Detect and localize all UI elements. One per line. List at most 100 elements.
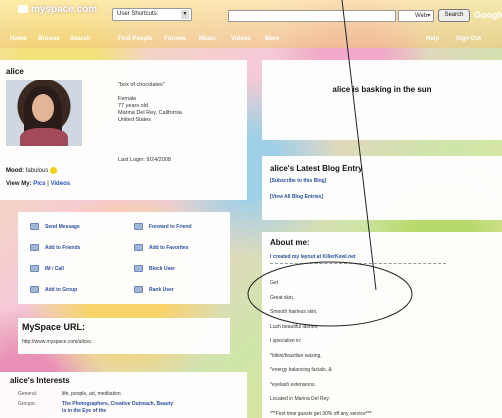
nav-music[interactable]: Music <box>199 36 216 42</box>
view-videos-link[interactable]: Videos <box>51 181 71 187</box>
block-user-button[interactable]: Block User <box>134 265 175 272</box>
latest-blog-box: alice's Latest Blog Entry [Subscribe to … <box>262 156 502 220</box>
nav-search[interactable]: Search <box>70 36 90 42</box>
profile-headline: "box of chocolates" <box>118 82 165 88</box>
about-line: ***First time guests get 30% off any ser… <box>270 410 372 417</box>
forward-label: Forward to Friend <box>149 223 192 230</box>
user-shortcuts-dropdown[interactable]: User Shortcuts: ▼ <box>112 8 192 21</box>
myspace-logo-icon <box>18 5 28 14</box>
about-line: Great skin, <box>270 294 295 301</box>
nav-forums[interactable]: Forums <box>164 36 186 42</box>
profile-info: "box of chocolates" Female 77 years old … <box>118 82 182 124</box>
view-pics-link[interactable]: Pics <box>33 181 45 187</box>
profile-photo[interactable] <box>6 80 82 146</box>
nav-home[interactable]: Home <box>10 36 27 42</box>
about-line: *energy balancing facials, & <box>270 367 332 373</box>
add-to-group-button[interactable]: Add to Group <box>30 286 77 293</box>
profile-country: United States <box>118 117 152 123</box>
nav-find-people[interactable]: Find People <box>118 36 152 42</box>
logo-text: myspace.com <box>31 4 98 15</box>
rank-icon <box>134 286 143 293</box>
interests-general-row: General: life, people, art, meditation <box>18 391 121 397</box>
nav-videos[interactable]: Videos <box>231 36 251 42</box>
im-call-label: IM / Call <box>45 265 64 272</box>
add-group-label: Add to Group <box>45 286 78 293</box>
profile-panel: alice "box of chocolates" Female 77 year… <box>0 60 247 200</box>
send-message-button[interactable]: Send Message <box>30 223 80 230</box>
mood-label: Mood: <box>6 168 24 175</box>
add-to-friends-button[interactable]: Add to Friends <box>30 244 80 251</box>
rank-user-label: Rank User <box>149 286 174 293</box>
latest-blog-title: alice's Latest Blog Entry <box>270 164 363 173</box>
about-line: Smooth hairless skin, <box>270 309 318 315</box>
url-title: MySpace URL: <box>22 322 86 332</box>
about-line: *eyelash extensions. <box>270 381 316 388</box>
add-to-favorites-button[interactable]: Add to Favorites <box>134 244 188 251</box>
profile-location: Marina Del Rey, California <box>118 110 182 116</box>
forward-icon <box>134 223 143 230</box>
add-friends-label: Add to Friends <box>45 244 81 251</box>
view-my: View My: Pics | Videos <box>6 181 70 187</box>
view-separator: | <box>47 181 49 187</box>
google-logo: Google <box>474 10 502 20</box>
search-input[interactable] <box>228 10 396 22</box>
group-icon <box>30 286 39 293</box>
photo-shirt <box>20 128 68 146</box>
nav-browse[interactable]: Browse <box>38 36 60 42</box>
im-call-button[interactable]: IM / Call <box>30 265 64 272</box>
forward-to-friend-button[interactable]: Forward to Friend <box>134 223 192 230</box>
smiley-icon <box>50 167 58 174</box>
about-line: Lush beautiful lashes, <box>270 323 319 330</box>
im-icon <box>30 265 39 272</box>
top-header: myspace.com User Shortcuts: ▼ Web▾ Search… <box>0 0 502 48</box>
add-friend-icon <box>30 244 39 251</box>
send-message-label: Send Message <box>45 223 80 230</box>
about-divider <box>270 263 446 264</box>
layout-credit-link[interactable]: I created my layout at KillerKewl.net <box>270 254 356 260</box>
about-title: About me: <box>270 238 310 247</box>
about-text: Get Great skin, Smooth hairless skin, Lu… <box>270 276 372 418</box>
photo-face <box>32 94 54 122</box>
search-scope-value: Web <box>415 13 428 19</box>
interests-box: alice's Interests General: life, people, … <box>0 372 247 418</box>
interests-groups-row: Groups: The Photographers, Creative Outre… <box>18 401 173 414</box>
about-line: Located in Marina Del Rey. <box>270 396 330 402</box>
about-me-box: About me: I created my layout at KillerK… <box>262 232 502 418</box>
nav-help[interactable]: Help <box>426 36 439 42</box>
add-favorites-label: Add to Favorites <box>149 244 189 251</box>
profile-url: http://www.myspace.com/alicec <box>22 339 92 345</box>
chevron-down-icon: ▼ <box>181 10 189 19</box>
interests-title: alice's Interests <box>10 376 70 385</box>
envelope-icon <box>30 223 39 230</box>
about-line: Get <box>270 280 279 286</box>
nav-more[interactable]: More <box>265 36 279 42</box>
mood-value: fabulous <box>25 168 49 175</box>
block-icon <box>134 265 143 272</box>
groups-value[interactable]: The Photographers, Creative Outreach, Be… <box>62 401 173 407</box>
groups-label: Groups: <box>18 401 36 407</box>
myspace-logo[interactable]: myspace.com <box>18 4 97 15</box>
search-button[interactable]: Search <box>438 9 470 22</box>
groups-value-cont[interactable]: is in the Eye of the <box>62 408 202 414</box>
view-all-entries-link[interactable]: [View All Blog Entries] <box>270 194 323 200</box>
rank-user-button[interactable]: Rank User <box>134 286 174 293</box>
mood: Mood: fabulous <box>6 167 58 175</box>
search-scope-select[interactable]: Web▾ <box>398 10 434 22</box>
profile-gender: Female <box>118 96 137 102</box>
profile-age: 77 years old <box>118 103 148 109</box>
last-login: Last Login: 9/24/2008 <box>118 157 171 163</box>
about-line: I specialize in: <box>270 338 302 344</box>
myspace-url-box: MySpace URL: http://www.myspace.com/alic… <box>18 318 230 354</box>
view-my-label: View My: <box>6 181 32 187</box>
main-nav: Home Browse Search Find People Forums Mu… <box>0 36 502 46</box>
subscribe-link[interactable]: [Subscribe to this Blog] <box>270 178 326 184</box>
favorites-icon <box>134 244 143 251</box>
nav-sign-out[interactable]: Sign Out <box>456 36 481 42</box>
block-user-label: Block User <box>149 265 176 272</box>
contact-box: Send Message Forward to Friend Add to Fr… <box>18 212 230 304</box>
shortcuts-label: User Shortcuts: <box>117 11 159 17</box>
about-line: *bikini/brazilian waxing, <box>270 352 322 359</box>
blog-banner: alice is basking in the sun <box>262 60 502 140</box>
profile-name: alice <box>6 67 24 76</box>
blog-banner-text: alice is basking in the sun <box>332 85 432 94</box>
